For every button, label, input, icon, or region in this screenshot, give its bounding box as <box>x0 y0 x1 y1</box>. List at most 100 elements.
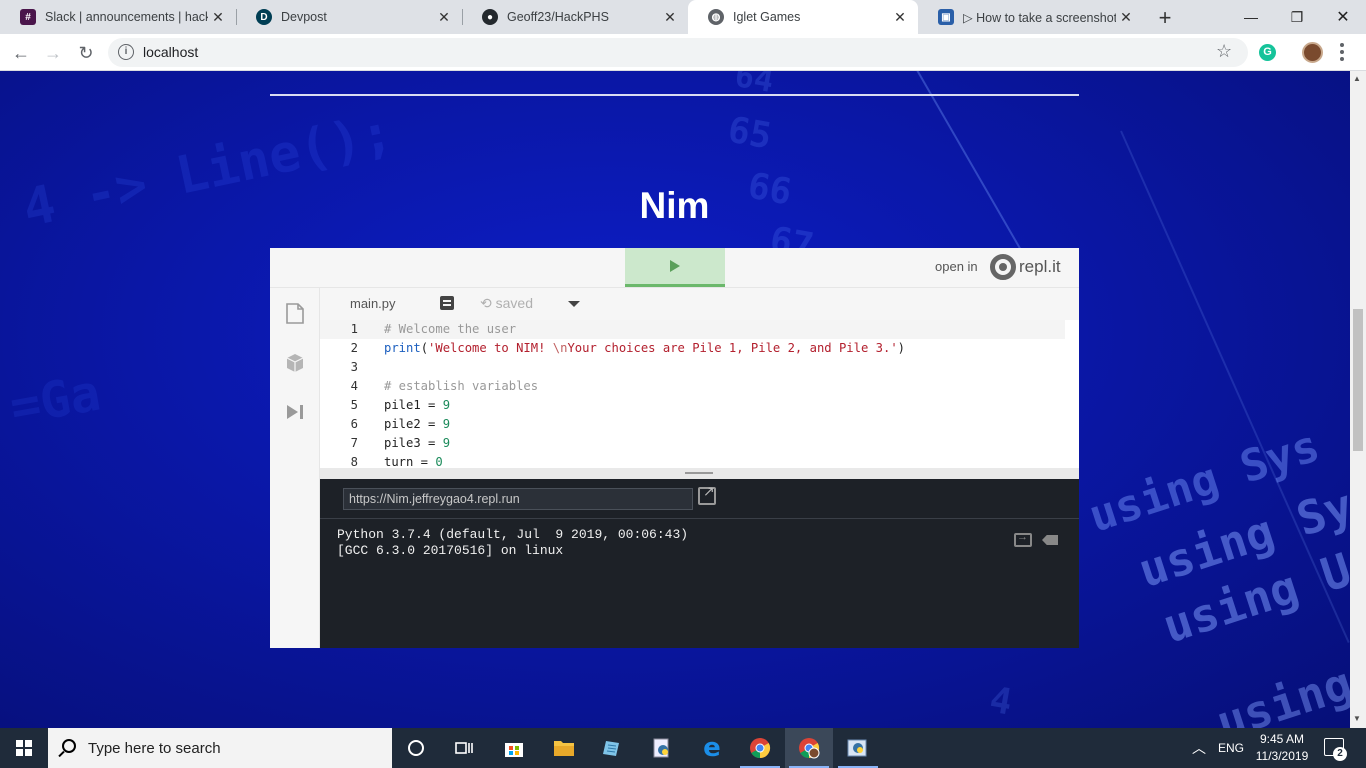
code-token: Your choices are Pile 1, Pile 2, and Pil… <box>567 341 898 355</box>
code-text[interactable]: pile2 = 9 <box>384 415 450 434</box>
close-tab-icon[interactable]: ✕ <box>890 9 910 26</box>
grammarly-icon[interactable]: G <box>1259 44 1276 61</box>
windows-logo-icon <box>16 740 32 756</box>
tab-title: Slack | announcements | hackP <box>45 10 208 24</box>
line-number: 4 <box>350 379 358 393</box>
code-text[interactable]: # Welcome the user <box>384 320 516 339</box>
code-line[interactable]: 5 pile1 = 9 <box>320 396 1065 415</box>
close-tab-icon[interactable]: ✕ <box>1116 9 1136 26</box>
new-tab-icon[interactable]: + <box>1155 5 1175 31</box>
files-icon[interactable] <box>285 302 305 324</box>
header-divider <box>270 94 1079 96</box>
code-text[interactable]: # establish variables <box>384 377 538 396</box>
python-idle-icon[interactable] <box>834 728 882 768</box>
replit-logo[interactable]: repl.it <box>990 254 1061 280</box>
close-tab-icon[interactable]: ✕ <box>660 9 680 26</box>
pane-resize-handle[interactable] <box>320 468 1079 479</box>
taskbar: Type here to search e ︿ ENG 9:45 AM 11/3… <box>0 728 1366 768</box>
bookmark-star-icon[interactable]: ☆ <box>1216 41 1232 62</box>
code-token: pile2 = <box>384 417 443 431</box>
line-number: 8 <box>350 455 358 468</box>
line-number: 5 <box>350 398 358 412</box>
clear-console-icon[interactable] <box>1042 535 1058 545</box>
code-line[interactable]: 8 turn = 0 <box>320 453 1065 468</box>
back-arrow-icon[interactable]: ← <box>8 40 34 66</box>
minimize-icon[interactable]: — <box>1228 0 1274 34</box>
browser-menu-icon[interactable] <box>1337 43 1347 61</box>
browser-toolbar: ← → ↻ i localhost ☆ G <box>0 34 1366 71</box>
file-explorer-icon[interactable] <box>540 728 588 768</box>
chevron-down-icon[interactable] <box>568 301 580 307</box>
scroll-up-arrow-icon[interactable]: ▲ <box>1353 74 1361 83</box>
code-token: 9 <box>442 436 451 450</box>
step-forward-icon[interactable] <box>285 401 305 423</box>
code-line[interactable]: 6 pile2 = 9 <box>320 415 1065 434</box>
console-input-icon[interactable] <box>1014 531 1032 547</box>
code-text[interactable]: turn = 0 <box>384 453 443 468</box>
page-viewport: 4 -> Line(); =Ga 64 65 66 67 using Sys u… <box>0 71 1350 728</box>
tab-screenshot-guide[interactable]: ▣ ▷ How to take a screenshot in ✕ <box>918 0 1144 34</box>
restore-icon[interactable]: ❐ <box>1274 0 1320 34</box>
open-external-icon[interactable] <box>698 483 716 505</box>
line-number: 1 <box>350 322 358 336</box>
code-line[interactable]: 2 print('Welcome to NIM! \nYour choices a… <box>320 339 1065 358</box>
reload-icon[interactable]: ↻ <box>73 40 99 66</box>
code-text[interactable]: print('Welcome to NIM! \nYour choices ar… <box>384 339 905 358</box>
file-tab-main-py[interactable]: main.py <box>350 296 396 311</box>
code-token: \n <box>552 341 568 355</box>
store-icon[interactable] <box>490 728 538 768</box>
globe-icon: ◍ <box>708 9 724 25</box>
search-placeholder[interactable]: Type here to search <box>88 740 221 757</box>
code-line[interactable]: 1 # Welcome the user <box>320 320 1065 339</box>
tab-devpost[interactable]: D Devpost ✕ <box>236 0 462 34</box>
code-text[interactable]: pile3 = 9 <box>384 434 450 453</box>
console-panel: https://Nim.jeffreygao4.repl.run Python … <box>320 479 1079 648</box>
run-button[interactable] <box>625 248 725 287</box>
code-token: pile3 = <box>384 436 443 450</box>
page-scrollbar[interactable]: ▲ ▼ <box>1350 71 1366 728</box>
task-view-icon[interactable] <box>440 728 488 768</box>
start-button[interactable] <box>0 728 48 768</box>
chrome-icon[interactable] <box>736 728 784 768</box>
profile-avatar[interactable] <box>1302 42 1323 63</box>
replit-brand: repl.it <box>1019 257 1061 276</box>
code-line[interactable]: 3 <box>320 358 1065 377</box>
scroll-down-arrow-icon[interactable]: ▼ <box>1353 714 1361 723</box>
tab-slack[interactable]: # Slack | announcements | hackP ✕ <box>0 0 236 34</box>
forward-arrow-icon[interactable]: → <box>40 40 66 66</box>
tab-iglet-games[interactable]: ◍ Iglet Games ✕ <box>688 0 918 34</box>
line-number: 2 <box>350 341 358 355</box>
repl-header: open in repl.it <box>270 248 1079 288</box>
tab-title: Geoff23/HackPHS <box>507 10 609 24</box>
console-output[interactable]: Python 3.7.4 (default, Jul 9 2019, 00:06… <box>337 527 688 559</box>
scroll-thumb[interactable] <box>1353 309 1363 451</box>
file-list-icon[interactable] <box>440 296 454 310</box>
info-icon[interactable]: i <box>118 44 134 60</box>
run-url-field[interactable]: https://Nim.jeffreygao4.repl.run <box>343 488 693 510</box>
open-in-label[interactable]: open in <box>935 259 978 274</box>
code-editor[interactable]: 1 # Welcome the user 2 print('Welcome to NI… <box>320 320 1079 468</box>
tab-github[interactable]: ● Geoff23/HackPHS ✕ <box>462 0 688 34</box>
cortana-icon[interactable] <box>392 728 440 768</box>
close-tab-icon[interactable]: ✕ <box>208 9 228 26</box>
close-tab-icon[interactable]: ✕ <box>434 9 454 26</box>
clock[interactable]: 9:45 AM 11/3/2019 <box>1252 731 1312 765</box>
close-window-icon[interactable]: ✕ <box>1320 0 1366 34</box>
chrome-profile-icon[interactable] <box>785 728 833 768</box>
background-code-text: using <box>1210 655 1350 728</box>
address-bar[interactable]: i localhost ☆ <box>108 38 1248 67</box>
show-hidden-icons-icon[interactable]: ︿ <box>1192 728 1206 768</box>
python-launcher-icon[interactable] <box>638 728 686 768</box>
language-indicator[interactable]: ENG <box>1218 728 1244 768</box>
taskbar-search[interactable]: Type here to search <box>48 728 392 768</box>
packages-cube-icon[interactable] <box>285 352 305 374</box>
address-url[interactable]: localhost <box>143 44 198 60</box>
search-icon <box>62 739 76 753</box>
replit-logo-icon <box>990 254 1016 280</box>
play-icon <box>670 260 680 272</box>
code-line[interactable]: 7 pile3 = 9 <box>320 434 1065 453</box>
notepad-icon[interactable] <box>588 728 636 768</box>
code-line[interactable]: 4 # establish variables <box>320 377 1065 396</box>
edge-icon[interactable]: e <box>688 728 736 768</box>
code-text[interactable]: pile1 = 9 <box>384 396 450 415</box>
